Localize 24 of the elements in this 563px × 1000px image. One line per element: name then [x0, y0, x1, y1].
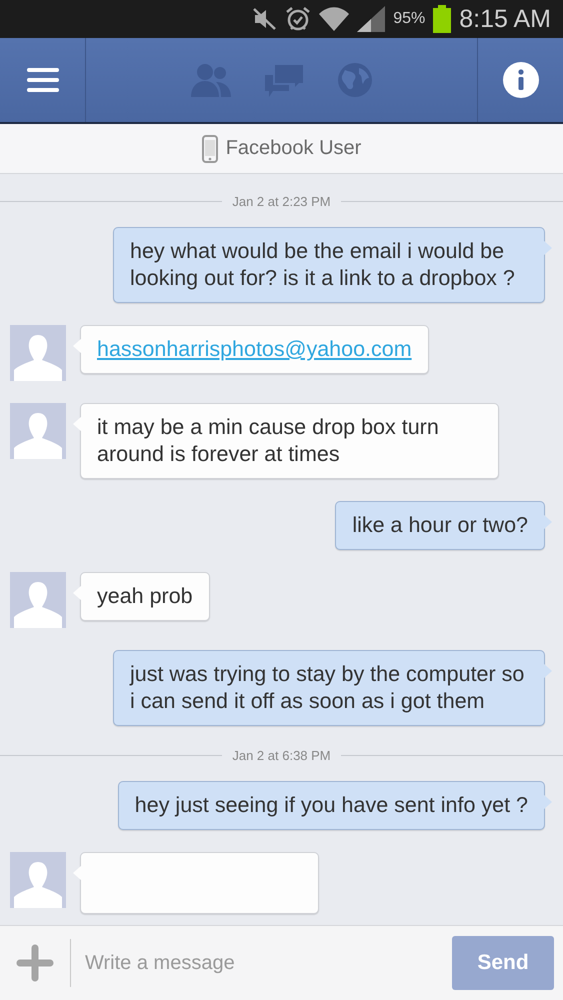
email-link[interactable]: hassonharrisphotos@yahoo.com — [97, 337, 412, 361]
signal-icon — [357, 6, 386, 32]
bubble-tail — [543, 240, 553, 256]
bubble-tail — [543, 663, 553, 679]
bubble-tail — [72, 585, 82, 601]
phone-icon — [202, 134, 218, 162]
avatar-icon — [10, 852, 66, 908]
mute-icon — [253, 8, 278, 30]
message-input[interactable]: Write a message — [71, 952, 452, 974]
add-icon[interactable] — [16, 939, 71, 987]
bubble-tail — [72, 416, 82, 432]
date-divider: Jan 2 at 2:23 PM — [232, 194, 331, 209]
bubble-tail — [543, 514, 553, 530]
alarm-icon — [285, 6, 312, 32]
battery-icon — [433, 5, 452, 33]
wifi-icon — [319, 7, 350, 31]
battery-percentage: 95% — [393, 10, 426, 28]
clock: 8:15 AM — [459, 4, 551, 34]
avatar-icon — [10, 403, 66, 459]
bubble-tail — [543, 794, 553, 810]
conversation-title: Facebook User — [226, 137, 362, 160]
date-divider: Jan 2 at 6:38 PM — [232, 748, 331, 763]
avatar-icon — [10, 572, 66, 628]
avatar-icon — [10, 325, 66, 381]
